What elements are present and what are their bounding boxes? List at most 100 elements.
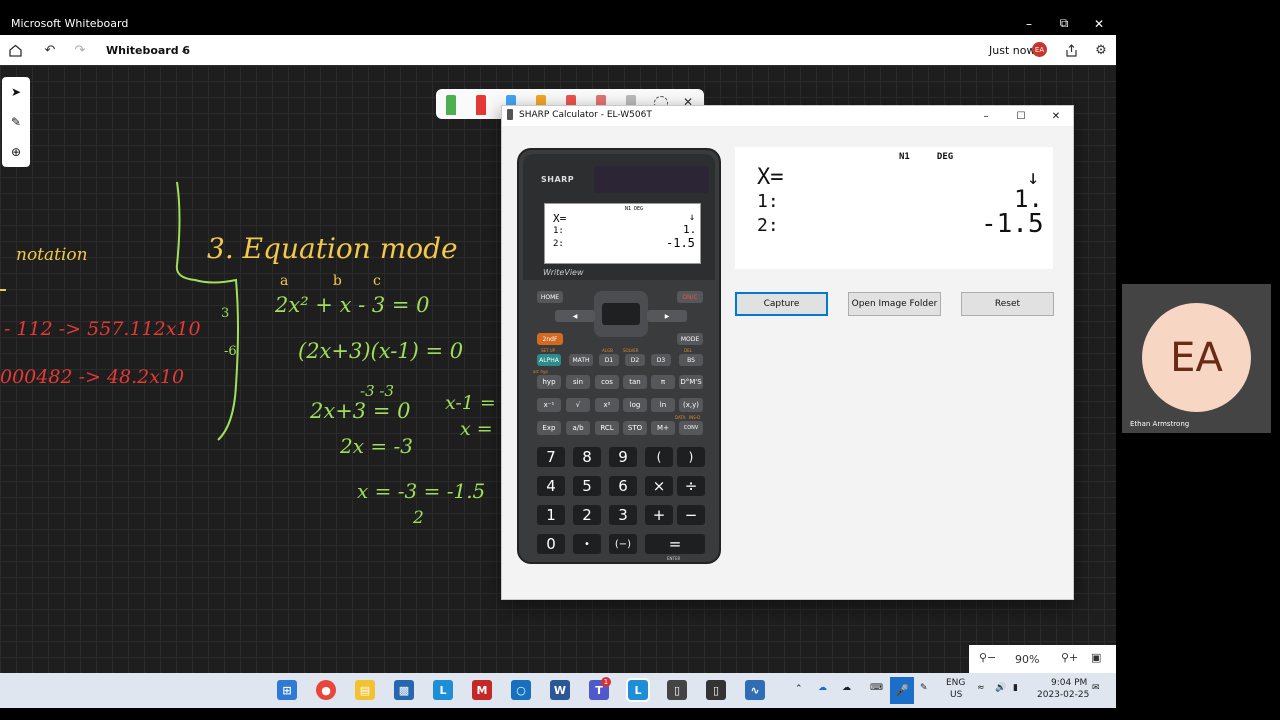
math-key[interactable]: MATH [569, 354, 593, 366]
chrome-icon[interactable]: ● [316, 680, 336, 700]
ln-key[interactable]: ln [651, 398, 675, 412]
conv-key[interactable]: CONV [679, 421, 703, 435]
hyp-key[interactable]: hyp [537, 375, 561, 389]
fraction-key[interactable]: a/b [566, 421, 590, 435]
chevron-down-icon[interactable]: ⌄ [176, 42, 192, 58]
share-icon[interactable] [1063, 42, 1079, 58]
zoom-out-icon[interactable]: ⚲− [979, 651, 996, 664]
open-image-folder-button[interactable]: Open Image Folder [848, 292, 941, 316]
home-key[interactable]: HOME [537, 291, 563, 303]
redo-icon[interactable]: ↷ [72, 42, 88, 58]
capture-button[interactable]: Capture [735, 292, 828, 316]
exp-key[interactable]: Exp [537, 421, 561, 435]
tan-key[interactable]: tan [623, 375, 647, 389]
onedrive-icon[interactable]: ☁ [818, 683, 827, 693]
red-pen-icon[interactable] [476, 95, 486, 115]
m-plus-key[interactable]: M+ [651, 421, 675, 435]
pi-key[interactable]: π [651, 375, 675, 389]
dms-key[interactable]: D°M'S [679, 375, 703, 389]
log-key[interactable]: log [623, 398, 647, 412]
word-icon[interactable]: W [550, 680, 570, 700]
l-app-active-icon[interactable]: L [626, 678, 650, 702]
battery-icon[interactable]: ▮ [1013, 683, 1018, 693]
key-2[interactable]: 2 [573, 505, 601, 525]
reciprocal-key[interactable]: x⁻¹ [537, 398, 561, 412]
chevron-up-icon[interactable]: ⌃ [795, 684, 803, 694]
decimal-key[interactable]: • [573, 534, 601, 554]
negative-key[interactable]: (−) [609, 534, 637, 554]
restore-button[interactable]: ⧉ [1046, 12, 1082, 35]
volume-icon[interactable]: 🔊 [995, 683, 1006, 693]
close-button[interactable]: ✕ [1081, 12, 1116, 35]
pen-icon[interactable]: ✎ [8, 114, 24, 130]
equals-key[interactable]: = [645, 534, 705, 554]
open-paren-key[interactable]: ( [645, 447, 673, 467]
calc-maximize-button[interactable]: ☐ [1004, 106, 1038, 126]
sin-key[interactable]: sin [566, 375, 590, 389]
zoom-in-icon[interactable]: ⚲+ [1061, 651, 1078, 664]
calc-close-button[interactable]: ✕ [1039, 106, 1073, 126]
key-3[interactable]: 3 [609, 505, 637, 525]
alpha-key[interactable]: ALPHA [537, 354, 561, 366]
on-clear-key[interactable]: ON/C [677, 291, 703, 303]
sto-key[interactable]: STO [623, 421, 647, 435]
minimize-button[interactable]: – [1011, 12, 1047, 35]
multiply-key[interactable]: × [645, 476, 673, 496]
fit-screen-icon[interactable]: ▣ [1091, 651, 1101, 664]
sqrt-key[interactable]: √ [566, 398, 590, 412]
home-icon[interactable] [7, 42, 23, 58]
settings-gear-icon[interactable]: ⚙ [1093, 42, 1109, 58]
windows-start-icon[interactable]: ⊞ [277, 680, 297, 700]
cloud-icon[interactable]: ☁ [842, 683, 851, 693]
clock-date[interactable]: 2023-02-25 [1037, 690, 1089, 700]
microphone-icon[interactable]: 🎤 [890, 677, 914, 704]
cortana-icon[interactable]: ○ [511, 680, 531, 700]
backspace-key[interactable]: BS [679, 354, 703, 366]
d2-key[interactable]: D2 [625, 354, 645, 366]
key-7[interactable]: 7 [537, 447, 565, 467]
sharp-calc-taskbar-icon[interactable]: ▯ [706, 680, 726, 700]
direction-pad[interactable] [594, 291, 648, 337]
calc-minimize-button[interactable]: – [969, 106, 1003, 126]
l-app-icon[interactable]: L [433, 680, 453, 700]
mcafee-icon[interactable]: M [472, 680, 492, 700]
cos-key[interactable]: cos [595, 375, 619, 389]
key-9[interactable]: 9 [609, 447, 637, 467]
key-1[interactable]: 1 [537, 505, 565, 525]
close-paren-key[interactable]: ) [677, 447, 705, 467]
right-arrow-key[interactable]: ▶ [647, 310, 687, 322]
reset-button[interactable]: Reset [961, 292, 1054, 316]
store-icon[interactable]: ▩ [394, 680, 414, 700]
d3-key[interactable]: D3 [651, 354, 671, 366]
divide-key[interactable]: ÷ [677, 476, 705, 496]
language-label[interactable]: ENG [946, 678, 965, 688]
rcl-key[interactable]: RCL [595, 421, 619, 435]
d1-key[interactable]: D1 [599, 354, 619, 366]
add-icon[interactable]: ⊕ [8, 144, 24, 160]
notification-icon[interactable]: ✉ [1092, 683, 1100, 693]
region-label[interactable]: US [950, 690, 962, 700]
green-pen-icon[interactable] [446, 95, 456, 115]
second-function-key[interactable]: 2ndF [537, 333, 563, 345]
calculator-taskbar-icon[interactable]: ▯ [667, 680, 687, 700]
undo-icon[interactable]: ↶ [42, 42, 58, 58]
file-explorer-icon[interactable]: ▤ [355, 680, 375, 700]
wifi-icon[interactable]: ≈ [977, 683, 985, 693]
zoom-level[interactable]: 90% [1015, 653, 1039, 666]
select-arrow-icon[interactable]: ➤ [8, 84, 24, 100]
square-key[interactable]: x² [595, 398, 619, 412]
key-6[interactable]: 6 [609, 476, 637, 496]
keyboard-icon[interactable]: ⌨ [870, 683, 883, 693]
key-0[interactable]: 0 [537, 534, 565, 554]
user-avatar[interactable]: EA [1032, 42, 1047, 57]
mode-key[interactable]: MODE [677, 333, 703, 345]
whiteboard-taskbar-icon[interactable]: ∿ [745, 680, 765, 700]
left-arrow-key[interactable]: ◀ [555, 310, 595, 322]
pen-tray-icon[interactable]: ✎ [920, 683, 928, 693]
key-5[interactable]: 5 [573, 476, 601, 496]
xy-key[interactable]: (x,y) [679, 398, 703, 412]
key-4[interactable]: 4 [537, 476, 565, 496]
key-8[interactable]: 8 [573, 447, 601, 467]
plus-key[interactable]: + [645, 505, 673, 525]
clock-time[interactable]: 9:04 PM [1051, 678, 1087, 688]
